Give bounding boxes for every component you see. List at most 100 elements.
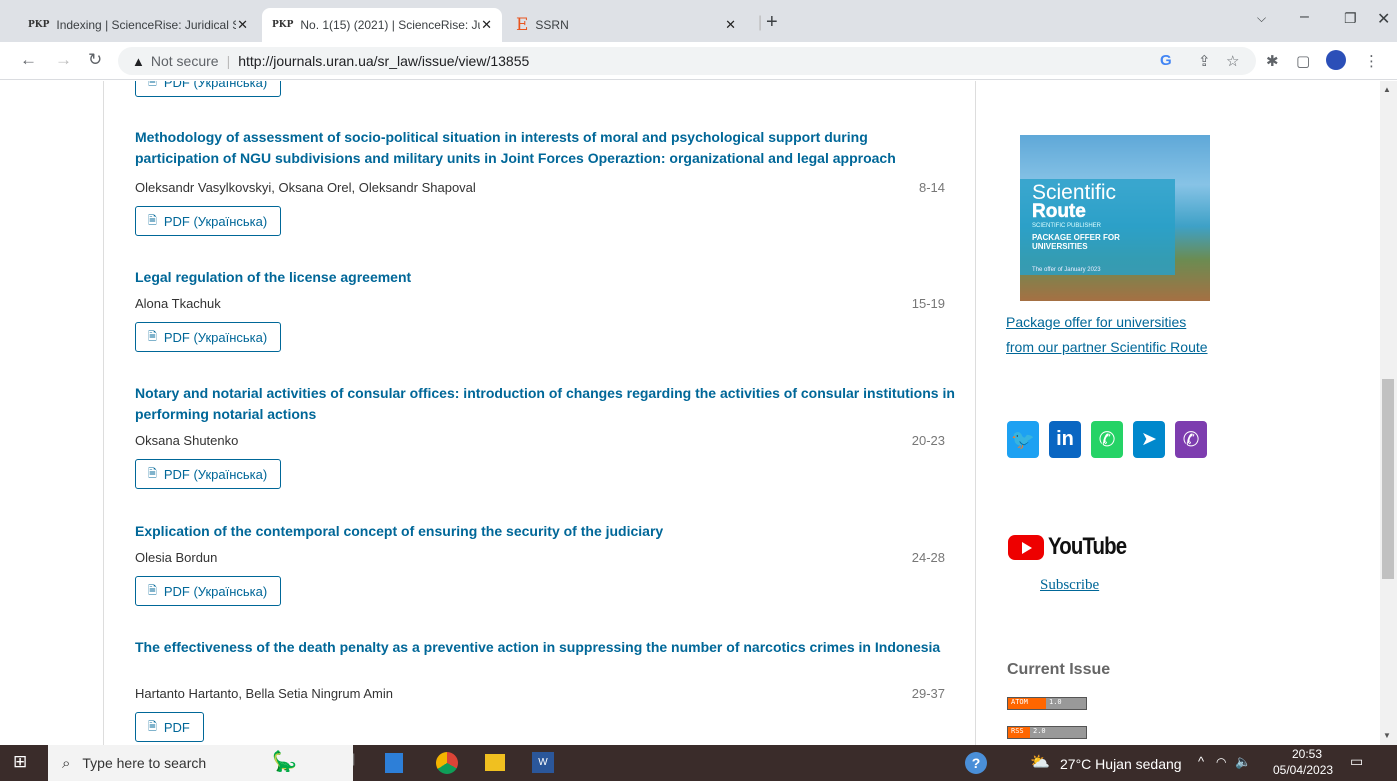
promo-link[interactable]: Package offer for universities (1006, 314, 1186, 330)
atom-feed-badge[interactable]: ATOM 1.0 (1007, 697, 1087, 710)
volume-icon[interactable]: 🔈 (1235, 754, 1251, 770)
dinosaur-search-highlight-icon: 🦕 (272, 751, 297, 773)
scientific-route-promo-image[interactable]: Scientific Route SCIENTIFIC PUBLISHER PA… (1020, 135, 1210, 301)
weather-icon: ⛅ (1030, 754, 1050, 771)
issue-toc: 🗎 PDF (Українська) Methodology of assess… (103, 81, 976, 745)
linkedin-icon[interactable]: in (1049, 421, 1081, 458)
pdf-button-label: PDF (Українська) (163, 213, 268, 229)
current-issue-heading: Current Issue (1007, 661, 1111, 678)
windows-start-icon[interactable]: ⊞ (13, 752, 27, 772)
promo-tagline: SCIENTIFIC PUBLISHER (1032, 223, 1102, 229)
google-icon[interactable]: G (1160, 52, 1172, 69)
article-title[interactable]: Methodology of assessment of socio-polit… (135, 127, 955, 169)
clock-date[interactable]: 05/04/2023 (1273, 763, 1333, 777)
pdf-button-label: PDF (Українська) (163, 81, 268, 90)
back-arrow-icon[interactable]: ← (20, 50, 37, 70)
taskbar-search-box[interactable]: ⌕ Type here to search (48, 745, 353, 781)
pdf-button[interactable]: 🗎 PDF (135, 712, 204, 742)
reload-icon[interactable]: ↻ (88, 50, 102, 70)
security-label[interactable]: Not secure (151, 53, 219, 69)
article-pages: 15-19 (911, 296, 945, 311)
close-tab-icon[interactable]: ✕ (725, 17, 736, 33)
profile-avatar[interactable] (1326, 50, 1346, 70)
chrome-icon[interactable] (436, 752, 458, 774)
new-tab-icon[interactable]: + (766, 11, 778, 34)
bookmark-star-icon[interactable]: ☆ (1226, 52, 1239, 70)
pdf-button[interactable]: 🗎 PDF (Українська) (135, 206, 282, 236)
minimize-icon[interactable]: – (1300, 8, 1309, 26)
subscribe-link[interactable]: Subscribe (1040, 577, 1099, 594)
tab-title: Indexing | ScienceRise: Juridical S (56, 18, 237, 32)
taskbar-divider: | (352, 751, 356, 766)
pdf-file-icon: 🗎 (148, 214, 157, 227)
tray-chevron-icon[interactable]: ^ (1198, 754, 1204, 769)
youtube-logo[interactable]: YouTube (1008, 533, 1140, 561)
feed-label: RSS (1008, 727, 1030, 738)
pdf-button[interactable]: 🗎 PDF (Українська) (135, 81, 282, 97)
search-icon: ⌕ (62, 754, 71, 772)
pdf-file-icon: 🗎 (148, 330, 157, 343)
feed-version: 2.0 (1030, 727, 1086, 738)
close-tab-icon[interactable]: ✕ (237, 17, 248, 33)
pdf-button[interactable]: 🗎 PDF (Українська) (135, 459, 282, 489)
word-icon[interactable]: W (532, 752, 554, 773)
side-panel-icon[interactable]: ▢ (1296, 52, 1310, 70)
warning-icon[interactable]: ▲ (132, 54, 145, 69)
notifications-icon[interactable]: ▭ (1350, 753, 1363, 770)
article-authors: Oleksandr Vasylkovskyi, Oksana Orel, Ole… (135, 180, 476, 195)
rss2-feed-badge[interactable]: RSS 2.0 (1007, 726, 1087, 739)
tab-title: No. 1(15) (2021) | ScienceRise: Ju (300, 18, 481, 32)
help-icon[interactable]: ? (965, 752, 987, 774)
article-authors: Hartanto Hartanto, Bella Setia Ningrum A… (135, 686, 393, 701)
promo-date: The offer of January 2023 (1032, 267, 1101, 273)
tab-ssrn[interactable]: E SSRN ✕ (506, 8, 746, 42)
article-title[interactable]: Explication of the contemporal concept o… (135, 521, 955, 542)
restore-icon[interactable]: ❐ (1344, 10, 1357, 27)
close-window-icon[interactable]: ✕ (1377, 9, 1390, 29)
article-authors: Olesia Bordun (135, 550, 218, 565)
close-tab-icon[interactable]: ✕ (481, 17, 492, 33)
scroll-down-arrow-icon[interactable]: ▼ (1383, 731, 1391, 740)
pdf-file-icon: 🗎 (148, 81, 157, 88)
pdf-button[interactable]: 🗎 PDF (Українська) (135, 322, 282, 352)
article-title[interactable]: The effectiveness of the death penalty a… (135, 637, 955, 658)
windows-taskbar: ⊞ ⌕ Type here to search 🦕 | W ? ⛅ 27°C H… (0, 745, 1397, 781)
menu-kebab-icon[interactable]: ⋮ (1364, 52, 1379, 70)
tab-search-chevron-icon[interactable]: ⌵ (1257, 11, 1266, 26)
article-title[interactable]: Legal regulation of the license agreemen… (135, 267, 955, 288)
tab-current-issue[interactable]: PKP No. 1(15) (2021) | ScienceRise: Ju ✕ (262, 8, 502, 42)
article-title[interactable]: Notary and notarial activities of consul… (135, 383, 955, 425)
article-pages: 29-37 (911, 686, 945, 701)
file-explorer-icon[interactable] (485, 754, 505, 771)
clock-time[interactable]: 20:53 (1292, 747, 1322, 761)
youtube-play-icon (1008, 534, 1044, 560)
pdf-file-icon: 🗎 (148, 467, 157, 480)
telegram-icon[interactable]: ➤ (1133, 421, 1165, 458)
url-text[interactable]: http://journals.uran.ua/sr_law/issue/vie… (238, 53, 529, 69)
address-bar[interactable]: ▲ Not secure | http://journals.uran.ua/s… (118, 47, 1256, 75)
extensions-icon[interactable]: ✱ (1266, 52, 1279, 70)
promo-link[interactable]: from our partner Scientific Route (1006, 339, 1208, 355)
pdf-file-icon: 🗎 (148, 584, 157, 597)
article-pages: 8-14 (918, 180, 945, 195)
feed-version: 1.0 (1046, 698, 1086, 709)
scroll-up-arrow-icon[interactable]: ▲ (1383, 85, 1391, 94)
weather-text[interactable]: 27°C Hujan sedang (1060, 756, 1182, 772)
share-icon[interactable]: ⇪ (1198, 52, 1211, 70)
whatsapp-icon[interactable]: ✆ (1091, 421, 1123, 458)
twitter-icon[interactable]: 🐦 (1007, 421, 1039, 458)
forward-arrow-icon[interactable]: → (55, 50, 72, 70)
vertical-scrollbar[interactable]: ▲ ▼ (1380, 81, 1397, 745)
ssrn-favicon-icon: E (516, 15, 529, 35)
viber-icon[interactable]: ✆ (1175, 421, 1207, 458)
wifi-icon[interactable]: ◠ (1216, 755, 1226, 769)
scrollbar-thumb[interactable] (1382, 379, 1394, 579)
pdf-button[interactable]: 🗎 PDF (Українська) (135, 576, 282, 606)
article-pages: 20-23 (911, 433, 945, 448)
tab-divider: | (758, 14, 763, 31)
pkp-favicon-icon: PKP (28, 20, 50, 30)
promo-brand-line2: Route (1032, 201, 1086, 223)
tab-indexing[interactable]: PKP Indexing | ScienceRise: Juridical S … (18, 8, 258, 42)
file-app-icon[interactable] (385, 753, 403, 773)
article-authors: Alona Tkachuk (135, 296, 221, 311)
